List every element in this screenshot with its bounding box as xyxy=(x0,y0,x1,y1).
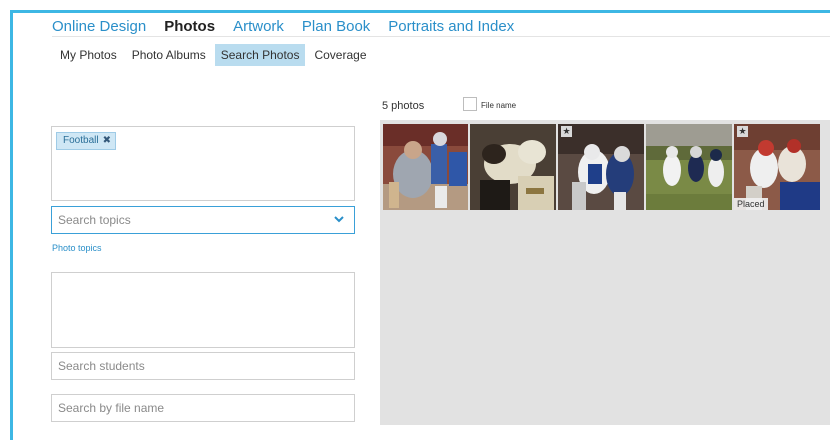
search-students-input[interactable] xyxy=(52,353,354,379)
filename-checkbox-label: File name xyxy=(481,101,517,110)
search-students-field[interactable] xyxy=(51,352,355,380)
selected-topics-box[interactable]: Football ✖ xyxy=(51,126,355,201)
subtab-photo-albums[interactable]: Photo Albums xyxy=(126,44,212,66)
star-icon[interactable]: ★ xyxy=(561,126,572,137)
subtab-search-photos[interactable]: Search Photos xyxy=(214,44,306,66)
photo-image xyxy=(383,124,468,210)
search-filename-input[interactable] xyxy=(52,395,354,421)
tab-artwork[interactable]: Artwork xyxy=(233,17,284,37)
tab-photos[interactable]: Photos xyxy=(164,17,215,37)
search-filename-field[interactable] xyxy=(51,394,355,422)
filename-checkbox[interactable] xyxy=(463,97,477,111)
photo-count: 5 photos xyxy=(382,100,425,112)
close-x-icon[interactable]: ✖ xyxy=(103,135,111,146)
photo-thumbnail[interactable]: ★ Placed xyxy=(734,124,820,210)
search-topics-input[interactable] xyxy=(52,207,324,233)
subtab-coverage[interactable]: Coverage xyxy=(308,44,372,66)
photo-thumbnail[interactable] xyxy=(383,124,468,210)
photo-image xyxy=(470,124,556,210)
topic-chip-label: Football xyxy=(63,135,99,146)
top-tab-bar: Online Design Photos Artwork Plan Book P… xyxy=(52,13,532,37)
photo-thumbnail[interactable]: ★ xyxy=(558,124,644,210)
sub-tab-bar: My Photos Photo Albums Search Photos Cov… xyxy=(54,44,376,66)
tab-plan-book[interactable]: Plan Book xyxy=(302,17,370,37)
placed-badge: Placed xyxy=(734,198,768,210)
chevron-down-icon[interactable] xyxy=(334,214,344,224)
photo-gallery: ★ ★ Placed xyxy=(380,120,830,425)
tab-divider xyxy=(52,36,830,37)
selected-students-box[interactable] xyxy=(51,272,355,348)
topic-chip: Football ✖ xyxy=(56,132,116,150)
tab-online-design[interactable]: Online Design xyxy=(52,17,146,37)
photo-image xyxy=(646,124,732,210)
star-icon[interactable]: ★ xyxy=(737,126,748,137)
tab-portraits-and-index[interactable]: Portraits and Index xyxy=(388,17,514,37)
photo-thumbnail[interactable] xyxy=(646,124,732,210)
subtab-my-photos[interactable]: My Photos xyxy=(54,44,123,66)
search-topics-dropdown[interactable] xyxy=(51,206,355,234)
photo-thumbnail[interactable] xyxy=(470,124,556,210)
photo-topics-link[interactable]: Photo topics xyxy=(52,243,102,253)
